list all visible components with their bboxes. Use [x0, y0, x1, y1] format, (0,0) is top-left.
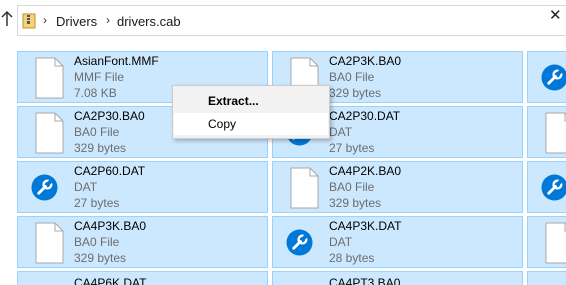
- file-type: BA0 File: [74, 125, 120, 139]
- wrench-icon: [541, 174, 566, 201]
- file-type: BA0 File: [329, 70, 375, 84]
- file-item[interactable]: [527, 271, 566, 285]
- file-item[interactable]: CA4P3K.DAT DAT 28 bytes: [272, 216, 523, 268]
- file-size: 27 bytes: [74, 196, 120, 210]
- file-size: 7.08 KB: [74, 86, 117, 100]
- file-size: 329 bytes: [74, 141, 127, 155]
- file-type: MMF File: [74, 70, 124, 84]
- address-bar: › Drivers › drivers.cab ✕: [0, 0, 566, 42]
- file-item[interactable]: CA4PT3.BA0: [272, 271, 523, 285]
- context-menu: Extract... Copy: [172, 85, 330, 139]
- file-size: 28 bytes: [329, 251, 375, 265]
- up-arrow-icon[interactable]: [0, 10, 14, 28]
- file-item[interactable]: CA2P60.DAT DAT 27 bytes: [17, 161, 268, 213]
- file-type: DAT: [329, 235, 353, 249]
- file-name: CA4P6K.DAT: [74, 276, 147, 285]
- file-item[interactable]: CA4P6K.DAT: [17, 271, 268, 285]
- blank-file-icon: [35, 57, 64, 99]
- breadcrumb-drivers[interactable]: Drivers: [56, 14, 97, 29]
- breadcrumb[interactable]: › Drivers › drivers.cab: [17, 5, 566, 36]
- blank-file-icon: [545, 222, 566, 264]
- blank-file-icon: [545, 112, 566, 154]
- file-name: CA2P30.BA0: [74, 109, 145, 123]
- file-type: DAT: [329, 125, 353, 139]
- file-name: CA4P3K.DAT: [329, 219, 402, 233]
- close-icon[interactable]: ✕: [549, 6, 562, 24]
- file-item[interactable]: [527, 51, 566, 103]
- file-name: CA4P3K.BA0: [74, 219, 147, 233]
- file-item[interactable]: [527, 216, 566, 268]
- file-type: BA0 File: [329, 180, 375, 194]
- file-size: 27 bytes: [329, 141, 375, 155]
- breadcrumb-separator-icon: ›: [106, 13, 110, 27]
- file-size: 329 bytes: [74, 251, 127, 265]
- wrench-icon: [31, 174, 58, 201]
- file-size: 329 bytes: [329, 196, 382, 210]
- blank-file-icon: [35, 222, 64, 264]
- breadcrumb-separator-icon: ›: [43, 13, 47, 27]
- file-name: CA2P30.DAT: [329, 109, 401, 123]
- menu-item-extract[interactable]: Extract...: [174, 90, 328, 112]
- file-grid: AsianFont.MMF MMF File 7.08 KB CA2P3K.BA…: [0, 42, 566, 285]
- blank-file-icon: [290, 167, 319, 209]
- file-name: CA2P3K.BA0: [329, 54, 402, 68]
- file-item[interactable]: CA4P3K.BA0 BA0 File 329 bytes: [17, 216, 268, 268]
- menu-item-label: Copy: [208, 117, 237, 131]
- file-name: CA2P60.DAT: [74, 164, 146, 178]
- breadcrumb-drivers-cab[interactable]: drivers.cab: [117, 14, 181, 29]
- blank-file-icon: [35, 112, 64, 154]
- archive-folder-icon: [22, 13, 36, 29]
- file-name: CA4P2K.BA0: [329, 164, 402, 178]
- menu-item-copy[interactable]: Copy: [174, 113, 328, 135]
- wrench-icon: [541, 64, 566, 91]
- wrench-icon: [286, 229, 313, 256]
- file-name: CA4PT3.BA0: [329, 276, 401, 285]
- file-name: AsianFont.MMF: [74, 54, 159, 68]
- file-item[interactable]: [527, 106, 566, 158]
- file-item[interactable]: [527, 161, 566, 213]
- menu-item-label: Extract...: [208, 94, 259, 108]
- file-item[interactable]: CA4P2K.BA0 BA0 File 329 bytes: [272, 161, 523, 213]
- file-type: BA0 File: [74, 235, 120, 249]
- file-size: 329 bytes: [329, 86, 382, 100]
- file-type: DAT: [74, 180, 98, 194]
